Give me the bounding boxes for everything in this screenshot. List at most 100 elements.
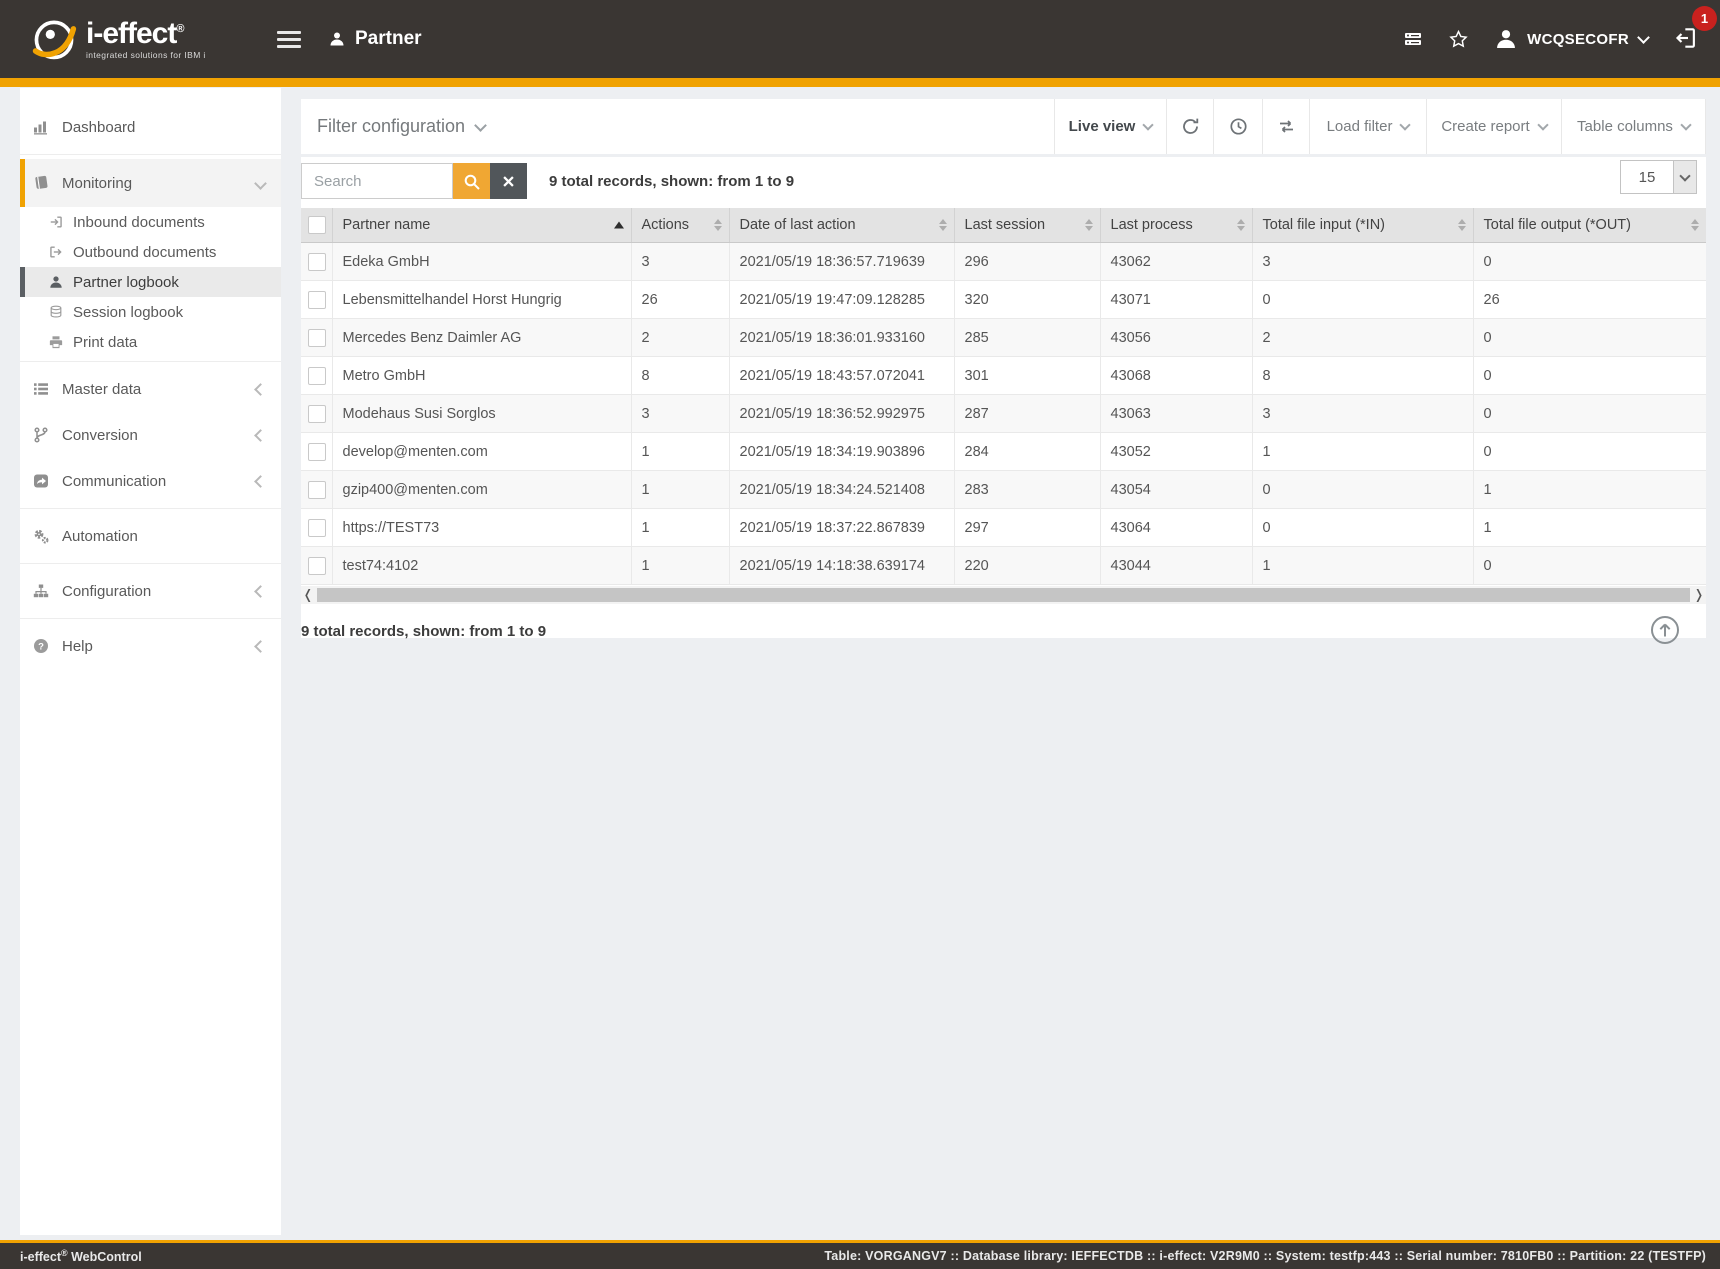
sidebar-item-print-data[interactable]: Print data [20, 327, 281, 357]
search-button[interactable] [453, 163, 490, 199]
table-row[interactable]: develop@menten.com12021/05/19 18:34:19.9… [301, 433, 1706, 471]
row-checkbox-cell [301, 243, 332, 281]
sidebar-item-help[interactable]: ? Help [20, 623, 281, 669]
search-row: 9 total records, shown: from 1 to 9 15 [301, 157, 1706, 200]
scroll-right-arrow[interactable]: ❭ [1692, 586, 1706, 604]
table-row[interactable]: Edeka GmbH32021/05/19 18:36:57.719639296… [301, 243, 1706, 281]
row-checkbox[interactable] [308, 367, 326, 385]
divider [20, 563, 281, 564]
row-checkbox[interactable] [308, 481, 326, 499]
sidebar-item-session-logbook[interactable]: Session logbook [20, 297, 281, 327]
sidebar-item-dashboard[interactable]: Dashboard [20, 104, 281, 150]
sidebar-item-communication[interactable]: Communication [20, 458, 281, 504]
row-checkbox[interactable] [308, 291, 326, 309]
column-header-actions[interactable]: Actions [631, 208, 729, 243]
sidebar-item-label: Help [62, 638, 93, 655]
table-cell: 1 [1473, 471, 1706, 509]
sidebar-item-partner-logbook[interactable]: Partner logbook [20, 267, 281, 297]
table-cell: Edeka GmbH [332, 243, 631, 281]
table-cell: 2021/05/19 18:36:57.719639 [729, 243, 954, 281]
row-checkbox[interactable] [308, 405, 326, 423]
records-summary-top: 9 total records, shown: from 1 to 9 [549, 173, 794, 190]
table-row[interactable]: test74:410212021/05/19 14:18:38.63917422… [301, 547, 1706, 585]
row-checkbox[interactable] [308, 253, 326, 271]
divider [20, 508, 281, 509]
sidebar-item-master-data[interactable]: Master data [20, 366, 281, 412]
column-header-total-file-output[interactable]: Total file output (*OUT) [1473, 208, 1706, 243]
table-row[interactable]: https://TEST7312021/05/19 18:37:22.86783… [301, 509, 1706, 547]
logo-text: i-effect® [86, 19, 206, 49]
table-cell: 296 [954, 243, 1100, 281]
table-cell: 43054 [1100, 471, 1252, 509]
table-cell: 43063 [1100, 395, 1252, 433]
app-logo: i-effect® integrated solutions for IBM i [30, 13, 265, 65]
row-checkbox[interactable] [308, 443, 326, 461]
favorites-star-icon[interactable] [1449, 29, 1469, 49]
column-header-total-file-input[interactable]: Total file input (*IN) [1252, 208, 1473, 243]
scrollbar-thumb[interactable] [317, 588, 1690, 602]
table-cell: 43062 [1100, 243, 1252, 281]
scroll-to-top-button[interactable] [1650, 615, 1680, 645]
table-cell: 8 [631, 357, 729, 395]
table-cell: 2021/05/19 18:36:01.933160 [729, 319, 954, 357]
table-row[interactable]: Mercedes Benz Daimler AG22021/05/19 18:3… [301, 319, 1706, 357]
row-checkbox[interactable] [308, 557, 326, 575]
monitoring-icon [33, 175, 49, 191]
print-icon [49, 335, 63, 349]
sidebar-item-conversion[interactable]: Conversion [20, 412, 281, 458]
user-menu[interactable]: WCQSECOFR [1495, 28, 1648, 50]
outbound-icon [49, 245, 63, 259]
logout-button[interactable] [1674, 26, 1700, 52]
table-cell: 3 [1252, 395, 1473, 433]
chevron-down-icon [254, 177, 267, 190]
partner-logbook-icon [49, 275, 63, 289]
table-cell: 0 [1252, 471, 1473, 509]
table-cell: 301 [954, 357, 1100, 395]
table-row[interactable]: Modehaus Susi Sorglos32021/05/19 18:36:5… [301, 395, 1706, 433]
logo-tagline: integrated solutions for IBM i [86, 51, 206, 60]
row-checkbox[interactable] [308, 329, 326, 347]
table-columns-dropdown[interactable]: Table columns [1561, 99, 1706, 154]
row-checkbox-cell [301, 509, 332, 547]
repeat-button[interactable] [1262, 99, 1309, 154]
server-icon[interactable] [1403, 29, 1423, 49]
row-checkbox-cell [301, 281, 332, 319]
scroll-left-arrow[interactable]: ❬ [301, 586, 315, 604]
sidebar-item-monitoring[interactable]: Monitoring [20, 159, 281, 207]
select-all-checkbox[interactable] [308, 216, 326, 234]
sidebar-item-automation[interactable]: Automation [20, 513, 281, 559]
table-cell: https://TEST73 [332, 509, 631, 547]
sort-icon [1691, 219, 1699, 231]
table-cell: 320 [954, 281, 1100, 319]
table-row[interactable]: Lebensmittelhandel Horst Hungrig262021/0… [301, 281, 1706, 319]
table-row[interactable]: gzip400@menten.com12021/05/19 18:34:24.5… [301, 471, 1706, 509]
page-size-select[interactable]: 15 [1620, 160, 1697, 194]
table-cell: 0 [1473, 395, 1706, 433]
sidebar-item-inbound-documents[interactable]: Inbound documents [20, 207, 281, 237]
table-cell: 2021/05/19 18:34:19.903896 [729, 433, 954, 471]
search-input[interactable] [301, 163, 453, 199]
menu-toggle-icon[interactable] [277, 27, 301, 52]
refresh-button[interactable] [1166, 99, 1213, 154]
column-header-partner-name[interactable]: Partner name [332, 208, 631, 243]
filter-configuration-dropdown[interactable]: Filter configuration [317, 116, 485, 137]
table-row[interactable]: Metro GmbH82021/05/19 18:43:57.072041301… [301, 357, 1706, 395]
load-filter-dropdown[interactable]: Load filter [1309, 99, 1426, 154]
clear-search-button[interactable] [490, 163, 527, 199]
table-cell: 43071 [1100, 281, 1252, 319]
sidebar-nav: Dashboard Monitoring Inbound documents O… [20, 88, 281, 1235]
live-view-dropdown[interactable]: Live view [1054, 99, 1166, 154]
table-cell: 8 [1252, 357, 1473, 395]
column-header-last-process[interactable]: Last process [1100, 208, 1252, 243]
table-cell: 220 [954, 547, 1100, 585]
bottom-row: 9 total records, shown: from 1 to 9 [301, 614, 1706, 648]
sidebar-item-configuration[interactable]: Configuration [20, 568, 281, 614]
table-cell: 3 [631, 395, 729, 433]
column-header-date-of-last-action[interactable]: Date of last action [729, 208, 954, 243]
column-header-last-session[interactable]: Last session [954, 208, 1100, 243]
schedule-button[interactable] [1213, 99, 1262, 154]
row-checkbox[interactable] [308, 519, 326, 537]
create-report-dropdown[interactable]: Create report [1426, 99, 1561, 154]
sidebar-item-label: Communication [62, 473, 166, 490]
sidebar-item-outbound-documents[interactable]: Outbound documents [20, 237, 281, 267]
